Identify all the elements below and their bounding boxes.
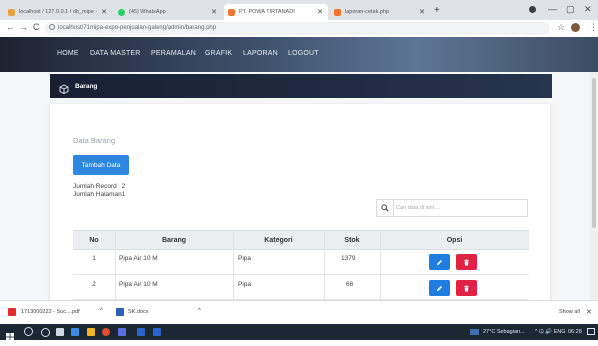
tab-label: (45) WhatsApp [129,9,166,15]
notification-icon[interactable] [587,328,595,335]
chrome-icon[interactable] [102,328,110,336]
edit-button[interactable] [429,254,450,270]
nav-home[interactable]: HOME [57,50,79,57]
maximize-button[interactable]: ▢ [566,4,575,15]
nav-logout[interactable]: LOGOUT [288,50,319,57]
word-icon[interactable] [137,328,145,336]
record-value: 2 [121,183,126,190]
nav-grafik[interactable]: GRAFIK [205,50,232,57]
search-input[interactable] [396,202,524,214]
download-item-pdf[interactable]: 1713000222 - Suc....pdf [21,309,80,315]
chevron-up-icon[interactable]: ^ [100,308,103,314]
weather-icon[interactable] [470,329,479,335]
app-icon[interactable] [118,328,126,336]
tab-active-pt-powa[interactable]: PT. POWA TIRTANADI ✕ [224,4,328,20]
search-icon[interactable] [24,327,33,336]
bookmark-star-icon[interactable]: ☆ [557,22,565,33]
whatsapp-icon [118,8,125,16]
add-data-button[interactable]: Tambah Data [73,155,129,175]
tab-phpmyadmin[interactable]: localhost / 127.0.0.1 / db_mipe - ✕ [4,4,112,20]
tab-laporan[interactable]: laporan-cetak.php ✕ [330,4,430,20]
minimize-button[interactable]: — [548,4,557,14]
record-label: Jumlah Record [73,183,117,190]
page-count: Jumlah Halaman1 [73,191,125,198]
trash-icon [464,259,469,265]
cube-icon [59,81,69,99]
nav-peramalan[interactable]: PERAMALAN [151,50,196,57]
row-kategori: Pipa [238,281,252,288]
page-value: 1 [121,191,126,198]
folder-icon[interactable] [87,328,95,336]
record-count: Jumlah Record 2 [73,183,125,190]
back-arrow-icon[interactable]: ← [6,22,15,32]
table-divider [233,230,234,300]
word-file-icon [116,308,124,316]
mail-icon[interactable] [71,328,79,336]
page-header-title: Barang [75,83,98,90]
nav-data-master[interactable]: DATA MASTER [90,50,141,57]
pencil-icon [436,285,443,291]
edit-button[interactable] [429,280,450,296]
tab-label: localhost / 127.0.0.1 / db_mipe - [19,9,98,15]
chevron-up-icon[interactable]: ^ [198,308,201,314]
download-item-docx[interactable]: SK.docx [128,309,148,315]
forward-arrow-icon[interactable]: → [19,22,28,32]
nav-laporan[interactable]: LAPORAN [243,50,278,57]
row-no: 2 [92,281,96,288]
close-download-bar-icon[interactable]: ✕ [586,308,592,316]
row-stok: 1379 [341,255,356,262]
col-header-opsi: Opsi [446,237,463,244]
system-tray[interactable]: ^ ⊡ 🔊 ENG [535,329,566,335]
phpmyadmin-icon [8,8,15,16]
section-title: Data Barang [73,136,116,145]
row-kategori: Pipa [238,255,252,262]
close-tab-icon[interactable]: ✕ [317,8,323,16]
tab-label: laporan-cetak.php [345,9,390,15]
close-tab-icon[interactable]: ✕ [211,8,217,16]
col-header-no: No [89,237,99,244]
page-header [50,74,552,98]
close-tab-icon[interactable]: ✕ [419,8,425,16]
page-favicon-icon [228,8,235,16]
close-window-button[interactable]: ✕ [584,4,592,15]
page-favicon-icon [334,8,341,16]
more-menu-icon[interactable]: ⋮ [589,22,598,33]
profile-icon[interactable] [529,6,536,13]
row-no: 1 [92,255,96,262]
table-divider [115,230,116,300]
delete-button[interactable] [456,254,477,270]
clock[interactable]: 06:28 [568,329,582,335]
show-all-button[interactable]: Show all [559,309,580,315]
row-barang: Pipa Air 10 M [119,255,158,262]
table-divider [380,230,381,300]
row-barang: Pipa Air 10 M [119,281,158,288]
col-header-kategori: Kategori [264,237,293,244]
pdf-file-icon [8,308,16,316]
row-stok: 66 [346,281,354,288]
delete-button[interactable] [456,280,477,296]
app-icon[interactable] [153,328,161,336]
search-icon[interactable] [376,199,394,217]
tab-whatsapp[interactable]: (45) WhatsApp ✕ [114,4,222,20]
profile-avatar[interactable] [571,23,580,32]
col-header-barang: Barang [161,237,187,244]
pencil-icon [436,259,443,265]
weather-text[interactable]: 27°C Sebagian... [483,329,525,335]
download-bar [0,300,598,324]
page-label: Jumlah Halaman [73,191,122,198]
new-tab-button[interactable]: + [434,5,440,16]
col-header-stok: Stok [344,237,360,244]
trash-icon [464,285,469,291]
site-info-icon[interactable] [49,24,55,30]
windows-start-icon[interactable] [6,328,14,346]
cortana-icon[interactable] [41,328,50,337]
tab-label: PT. POWA TIRTANADI [239,9,295,15]
url-text: localhost/71mipa-expo-penjualan-galeng/a… [58,25,217,31]
reload-icon[interactable]: C [33,22,40,32]
task-view-icon[interactable] [56,328,64,336]
table-divider [324,230,325,300]
scrollbar-thumb[interactable] [592,78,596,228]
close-tab-icon[interactable]: ✕ [101,8,107,16]
